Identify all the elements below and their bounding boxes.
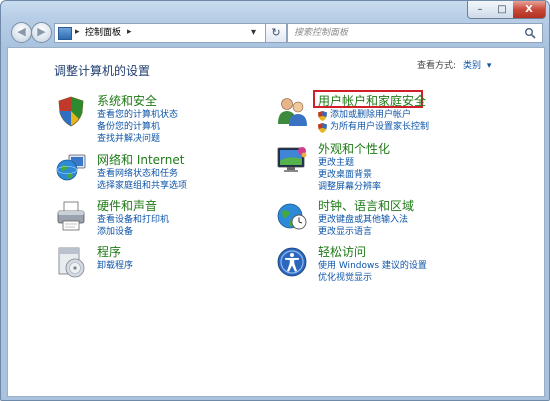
- back-arrow-icon: ◀: [17, 25, 26, 38]
- minimize-button[interactable]: –: [467, 1, 493, 19]
- refresh-button[interactable]: ↻: [265, 23, 287, 43]
- category-title[interactable]: 硬件和声音: [97, 198, 157, 214]
- link-troubleshoot[interactable]: 查找并解决问题: [97, 133, 160, 145]
- link-uninstall-program[interactable]: 卸载程序: [97, 260, 133, 272]
- category-title[interactable]: 轻松访问: [318, 244, 366, 260]
- link-network-status[interactable]: 查看网络状态和任务: [97, 168, 178, 180]
- link-add-device[interactable]: 添加设备: [97, 226, 133, 238]
- view-by-label: 查看方式:: [417, 61, 457, 71]
- title-bar: – □ X: [1, 1, 549, 21]
- link-homegroup-sharing[interactable]: 选择家庭组和共享选项: [97, 180, 187, 192]
- shield-icon: [58, 96, 84, 127]
- category-title[interactable]: 外观和个性化: [318, 141, 390, 157]
- network-globe-icon: [56, 154, 86, 181]
- search-box[interactable]: 搜索控制面板: [287, 23, 543, 43]
- navigation-bar: ◀ ▶ ▸ 控制面板 ▸ ▾ ↻ 搜索控制面板: [1, 19, 549, 47]
- back-button[interactable]: ◀: [11, 22, 32, 43]
- maximize-button[interactable]: □: [491, 1, 514, 19]
- address-dropdown-icon[interactable]: ▾: [251, 26, 256, 39]
- category-title[interactable]: 程序: [97, 244, 121, 260]
- breadcrumb-next-arrow-icon[interactable]: ▸: [127, 26, 132, 39]
- close-button[interactable]: X: [513, 1, 546, 19]
- link-add-remove-accounts[interactable]: 添加或删除用户帐户: [330, 109, 411, 121]
- forward-button[interactable]: ▶: [31, 22, 52, 43]
- link-view-computer-status[interactable]: 查看您的计算机状态: [97, 109, 178, 121]
- ease-of-access-icon: [277, 247, 307, 277]
- refresh-icon: ↻: [271, 26, 281, 39]
- appearance-icon: [277, 147, 307, 172]
- search-input[interactable]: 搜索控制面板: [294, 27, 348, 39]
- link-screen-resolution[interactable]: 调整屏幕分辨率: [318, 181, 381, 193]
- link-windows-suggested-settings[interactable]: 使用 Windows 建议的设置: [318, 260, 427, 272]
- link-change-display-language[interactable]: 更改显示语言: [318, 226, 372, 238]
- address-bar[interactable]: ▸ 控制面板 ▸ ▾: [54, 23, 266, 43]
- uac-shield-small-icon: [318, 111, 327, 121]
- control-panel-window: – □ X ◀ ▶ ▸ 控制面板 ▸ ▾ ↻ 搜索控制面板 调整计算机的设置 查…: [0, 0, 550, 401]
- breadcrumb-arrow-icon[interactable]: ▸: [75, 26, 80, 39]
- category-title[interactable]: 系统和安全: [97, 93, 157, 109]
- uac-shield-small-icon: [318, 123, 327, 133]
- link-change-keyboard-input[interactable]: 更改键盘或其他输入法: [318, 214, 408, 226]
- link-optimize-visual-display[interactable]: 优化视觉显示: [318, 272, 372, 284]
- category-title[interactable]: 网络和 Internet: [97, 152, 184, 168]
- programs-disc-icon: [58, 247, 85, 278]
- link-backup-computer[interactable]: 备份您的计算机: [97, 121, 160, 133]
- category-title[interactable]: 用户帐户和家庭安全: [318, 93, 426, 109]
- clock-globe-icon: [277, 203, 307, 230]
- page-title: 调整计算机的设置: [54, 64, 151, 78]
- printer-icon: [57, 201, 85, 231]
- control-panel-small-icon: [58, 27, 72, 40]
- link-change-theme[interactable]: 更改主题: [318, 157, 354, 169]
- category-title[interactable]: 时钟、语言和区域: [318, 198, 414, 214]
- view-by-value: 类别: [463, 61, 482, 71]
- users-icon: [278, 98, 307, 126]
- breadcrumb-control-panel[interactable]: 控制面板: [85, 27, 121, 39]
- view-by-dropdown[interactable]: 类别 ▾: [463, 60, 491, 72]
- search-icon[interactable]: [524, 27, 536, 39]
- dropdown-arrow-icon: ▾: [486, 61, 492, 71]
- link-devices-printers[interactable]: 查看设备和打印机: [97, 214, 169, 226]
- forward-arrow-icon: ▶: [37, 25, 46, 38]
- content-area: 调整计算机的设置 查看方式: 类别 ▾ 系统和安全 查看您的计算机状态 备份您的…: [7, 47, 545, 397]
- link-change-desktop-background[interactable]: 更改桌面背景: [318, 169, 372, 181]
- link-parental-controls[interactable]: 为所有用户设置家长控制: [330, 121, 429, 133]
